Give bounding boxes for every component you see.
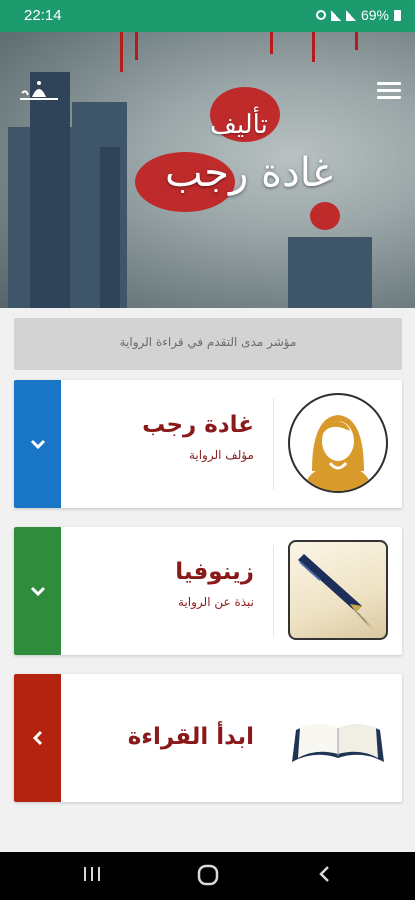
open-book-icon (288, 694, 388, 784)
app-logo-icon (18, 77, 60, 103)
author-card-title: غادة رجب (142, 412, 254, 438)
home-icon[interactable] (193, 864, 223, 888)
menu-icon[interactable] (377, 82, 401, 102)
start-reading-button[interactable] (14, 674, 61, 802)
recents-icon[interactable] (77, 864, 107, 888)
start-reading-title: ابدأ القراءة (127, 724, 254, 750)
signal-icon (330, 9, 341, 21)
author-card[interactable]: غادة رجب مؤلف الرواية (14, 380, 402, 508)
battery-icon (394, 9, 401, 21)
building-shape (100, 147, 120, 308)
blood-drip (120, 32, 123, 72)
author-card-subtitle: مؤلف الرواية (188, 448, 254, 462)
building-shape (288, 237, 372, 308)
banner-author-name: غادة رجب (165, 150, 333, 196)
card-divider (273, 398, 274, 490)
alarm-icon (315, 10, 326, 20)
status-icons: 69% (315, 7, 401, 23)
system-nav-bar (0, 852, 415, 900)
blood-drip (270, 32, 273, 54)
back-icon[interactable] (309, 864, 339, 888)
blood-drip (135, 32, 138, 60)
progress-label: مؤشر مدى التقدم في قراءة الرواية (119, 335, 297, 349)
reading-progress-bar: مؤشر مدى التقدم في قراءة الرواية (14, 318, 402, 370)
novel-summary-title: زينوفيا (175, 559, 254, 585)
chevron-down-icon (30, 586, 45, 596)
building-shape (30, 72, 70, 308)
banner-subtitle: تأليف (210, 110, 268, 140)
blood-drip (355, 32, 358, 50)
author-avatar-icon (288, 393, 388, 493)
chevron-down-icon (30, 439, 45, 449)
signal-icon (345, 9, 356, 21)
novel-summary-subtitle: نبذة عن الرواية (178, 595, 254, 609)
header-banner: تأليف غادة رجب (0, 32, 415, 308)
status-bar: 22:14 69% (0, 0, 415, 32)
novel-summary-card[interactable]: زينوفيا نبذة عن الرواية (14, 527, 402, 655)
card-divider (273, 545, 274, 637)
battery-percent: 69% (360, 7, 389, 23)
chevron-left-icon (32, 730, 42, 746)
blood-drip (312, 32, 315, 62)
fountain-pen-icon (288, 540, 388, 640)
author-card-toggle[interactable] (14, 380, 61, 508)
start-reading-card[interactable]: ابدأ القراءة (14, 674, 402, 802)
novel-summary-toggle[interactable] (14, 527, 61, 655)
blood-splat (310, 202, 340, 230)
status-time: 22:14 (24, 7, 62, 24)
